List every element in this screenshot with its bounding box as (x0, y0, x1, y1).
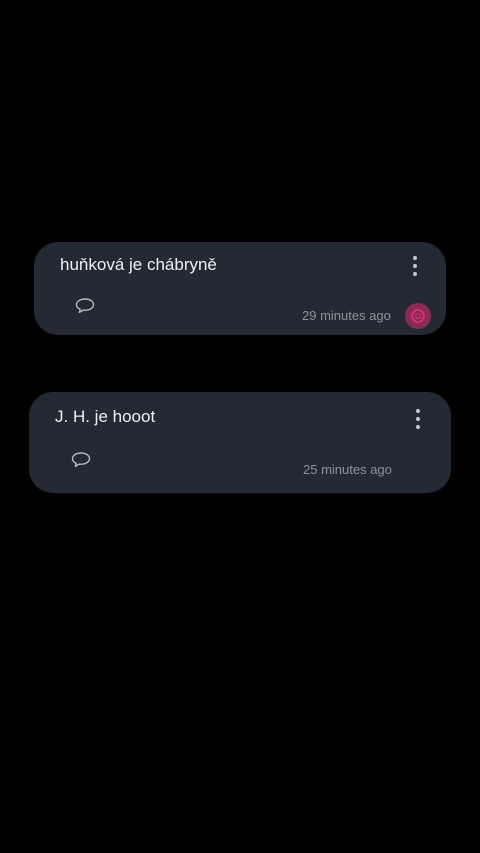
post-text: huňková je chábryně (60, 255, 217, 274)
speech-bubble-icon (75, 298, 95, 314)
more-options-button[interactable] (406, 404, 430, 434)
more-vertical-icon (413, 256, 417, 276)
post-timestamp: 29 minutes ago (302, 308, 391, 323)
reaction-button[interactable] (404, 302, 432, 330)
more-vertical-icon (416, 409, 420, 429)
post-timestamp: 25 minutes ago (303, 462, 392, 477)
emoji-reaction-icon (405, 303, 431, 329)
more-options-button[interactable] (403, 251, 427, 281)
comment-button[interactable] (74, 296, 96, 316)
post-text: J. H. je hooot (55, 407, 156, 426)
post-card[interactable]: J. H. je hooot 25 minutes ago (29, 392, 451, 493)
post-card[interactable]: huňková je chábryně 29 minutes ago (34, 242, 446, 335)
speech-bubble-icon (71, 452, 91, 468)
comment-button[interactable] (70, 450, 92, 470)
